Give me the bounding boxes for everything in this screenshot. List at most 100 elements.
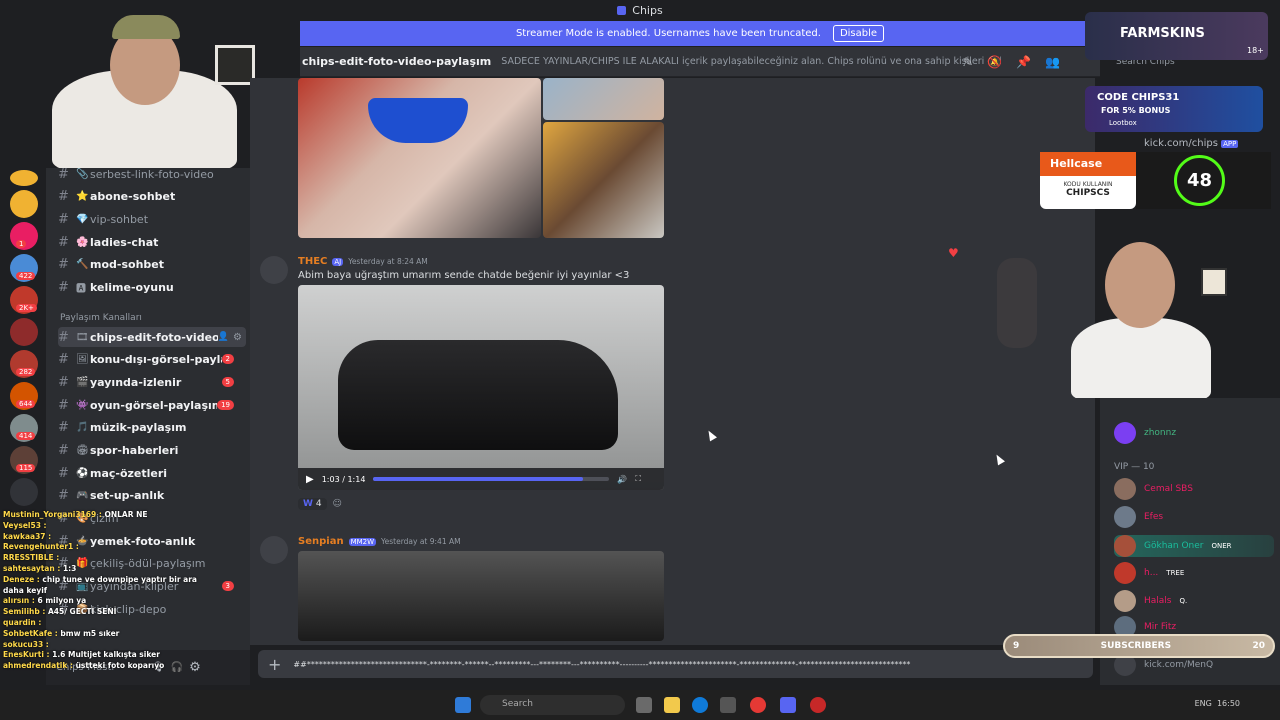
unread-badge: 2: [221, 354, 234, 364]
message-username[interactable]: THEC: [298, 256, 327, 267]
wall-frame: [215, 45, 255, 85]
user-tag: MM2W: [348, 537, 377, 546]
server-icon[interactable]: [10, 318, 38, 346]
settings-gear-icon[interactable]: ⚙: [233, 332, 242, 343]
chrome-icon[interactable]: [750, 697, 766, 713]
channel-emoji: ⭐: [76, 190, 89, 202]
add-attachment-icon[interactable]: +: [268, 655, 281, 674]
streamer-body: [1071, 318, 1211, 398]
stream-chat-line: alırsın : 6 milyon ya: [3, 596, 197, 607]
channel-item[interactable]: # ⚽ maç-özetleri: [58, 463, 246, 483]
start-icon[interactable]: [455, 697, 471, 713]
kick-link-text: kick.com/chips: [1144, 138, 1218, 149]
avatar[interactable]: [260, 536, 288, 564]
channel-emoji: 💎: [76, 213, 89, 225]
hellcase-label: Hellcase: [1040, 152, 1136, 176]
hash-icon: #: [58, 279, 69, 295]
member-list-icon[interactable]: 👥: [1045, 55, 1060, 69]
stream-chat-user: Revengehunter1 :: [3, 542, 79, 552]
add-member-icon[interactable]: 👤: [218, 332, 229, 342]
app-badge: APP: [1221, 140, 1239, 148]
avatar[interactable]: [260, 256, 288, 284]
subscriber-goal-bar: 9 SUBSCRIBERS 20: [1003, 634, 1275, 658]
channel-item[interactable]: # 🏟 spor-haberleri: [58, 440, 246, 460]
hash-icon: #: [58, 234, 69, 250]
attachment-image[interactable]: [298, 551, 664, 641]
stream-chat-user: SohbetKafe :: [3, 628, 61, 638]
mute-bell-icon[interactable]: 🔕: [987, 55, 1002, 69]
threads-icon[interactable]: ✎: [963, 55, 973, 69]
channel-item[interactable]: # 🔨 mod-sohbet: [58, 254, 246, 274]
member-item[interactable]: Cemal SBS: [1114, 478, 1193, 500]
hash-icon: #: [58, 351, 69, 367]
category-header[interactable]: Paylaşım Kanalları: [60, 313, 142, 323]
stream-chat-line: EnesKurti : 1.6 Multijet kalkışta siker: [3, 650, 197, 661]
stream-chat-user: sokucu33 :: [3, 639, 49, 649]
add-reaction-icon[interactable]: ☺: [333, 499, 342, 509]
avatar: [1114, 562, 1136, 584]
stream-chat-user: Mustinin_Yorgani3169 :: [3, 510, 105, 519]
reaction-count: 4: [315, 499, 322, 509]
attachment-image[interactable]: [298, 78, 541, 238]
channel-item[interactable]: # 🎮 set-up-anlık: [58, 485, 246, 505]
fullscreen-icon[interactable]: ⛶: [635, 474, 641, 484]
disable-button[interactable]: Disable: [832, 25, 885, 42]
streamer-mode-banner: Streamer Mode is enabled. Usernames have…: [300, 21, 1100, 46]
task-view-icon[interactable]: [636, 697, 652, 713]
stream-chat-message: A45/ GECTİ SENİ: [47, 607, 117, 617]
hash-icon: #: [58, 329, 69, 345]
channel-item[interactable]: # 📎 serbest-link-foto-video: [58, 164, 246, 184]
edge-icon[interactable]: [692, 697, 708, 713]
member-item[interactable]: Gökhan Oner ONER: [1114, 535, 1274, 557]
pin-icon[interactable]: 📌: [1016, 55, 1031, 69]
member-item[interactable]: Halals Q.: [1114, 590, 1187, 612]
streamer-head: [1105, 242, 1175, 328]
channel-item[interactable]: # 💎 vip-sohbet: [58, 209, 246, 229]
store-icon[interactable]: [720, 697, 736, 713]
message-input[interactable]: + ##******************************-*****…: [258, 650, 1093, 678]
discover-icon[interactable]: [10, 478, 38, 506]
file-explorer-icon[interactable]: [664, 697, 680, 713]
play-icon[interactable]: ▶: [306, 474, 314, 485]
server-badge: 422: [16, 272, 36, 280]
video-player[interactable]: ▶ 1:03 / 1:14 🔊 ⛶: [298, 285, 664, 490]
reaction-w[interactable]: W 4: [298, 498, 327, 510]
channel-label: chips-edit-foto-video-...: [90, 330, 218, 344]
channel-emoji: 🖼: [76, 353, 89, 365]
heart-reaction-icon[interactable]: ♥: [948, 246, 959, 260]
channel-item[interactable]: # 🖼konu-dışı-görsel-paylaşım2: [58, 349, 246, 369]
channel-item[interactable]: # 👾 oyun-görsel-paylaşım 19: [58, 395, 246, 415]
channel-item-active[interactable]: # 🎞chips-edit-foto-video-...👤 ⚙: [58, 327, 246, 347]
obs-icon[interactable]: [810, 697, 826, 713]
member-item[interactable]: zhonnz: [1114, 422, 1176, 444]
channel-item[interactable]: # ⭐ abone-sohbet: [58, 186, 246, 206]
video-progress[interactable]: [373, 477, 610, 481]
server-icon[interactable]: [10, 190, 38, 218]
volume-icon[interactable]: 🔊: [617, 475, 627, 484]
attachment-image[interactable]: [543, 78, 664, 120]
attachment-image[interactable]: [543, 122, 664, 238]
message-username[interactable]: Senpian: [298, 536, 344, 547]
channel-emoji: 👾: [76, 399, 89, 411]
channel-item[interactable]: # 🎬 yayında-izlenir 5: [58, 372, 246, 392]
stream-chat-user: quardin :: [3, 617, 42, 627]
language-indicator[interactable]: ENG: [1195, 699, 1212, 708]
webcam-overlay-right: [979, 228, 1280, 398]
channel-item[interactable]: # 🌸 ladies-chat: [58, 232, 246, 252]
member-item[interactable]: Efes: [1114, 506, 1163, 528]
channel-item[interactable]: # 🅰kelime-oyunu: [58, 277, 246, 297]
server-icon[interactable]: [10, 170, 38, 186]
cap: [112, 15, 180, 39]
discord-taskbar-icon[interactable]: [780, 697, 796, 713]
channel-item[interactable]: # 🎵 müzik-paylaşım: [58, 417, 246, 437]
channel-topic[interactable]: SADECE YAYINLAR/CHIPS İLE ALAKALI içerik…: [501, 56, 1001, 67]
stream-chat-line: sokucu33 :: [3, 640, 197, 651]
hash-icon: #: [58, 487, 69, 503]
sub-label: SUBSCRIBERS: [1100, 641, 1172, 651]
member-item[interactable]: h... TREE: [1114, 562, 1184, 584]
countdown-timer: 48: [1174, 155, 1225, 206]
code-sub: FOR 5% BONUS: [1101, 106, 1171, 115]
clock[interactable]: 16:50: [1217, 699, 1240, 708]
stream-chat-message: ONLAR NE: [104, 510, 148, 519]
taskbar-search[interactable]: Search: [480, 695, 625, 715]
